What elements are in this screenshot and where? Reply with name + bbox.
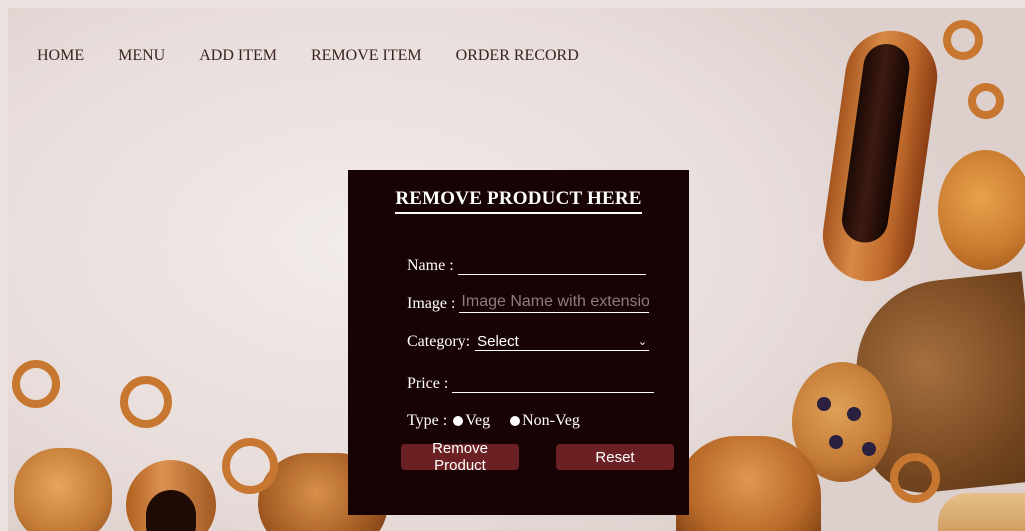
reset-button[interactable]: Reset: [556, 444, 674, 470]
radio-non-veg-label: Non-Veg: [522, 412, 580, 429]
muffin-image: [938, 150, 1025, 270]
pretzel-image: [890, 453, 940, 503]
chevron-down-icon: ⌄: [637, 336, 648, 348]
category-row: Category: Select ⌄: [407, 332, 650, 351]
remove-product-button[interactable]: Remove Product: [401, 440, 519, 474]
type-row: Type : Veg Non-Veg: [407, 412, 580, 430]
type-label: Type :: [407, 412, 448, 429]
name-label: Name :: [407, 257, 454, 274]
radio-dot-icon: [453, 416, 464, 426]
pretzel-image: [968, 83, 1004, 119]
image-input[interactable]: [459, 292, 650, 313]
nav-order-record[interactable]: ORDER RECORD: [456, 47, 579, 69]
bread-slice-image: [938, 493, 1025, 531]
image-row: Image :: [407, 292, 650, 313]
name-row: Name :: [407, 254, 646, 275]
name-input[interactable]: [457, 254, 646, 275]
category-label: Category:: [407, 333, 471, 350]
radio-non-veg[interactable]: Non-Veg: [510, 412, 580, 430]
nav-remove-item[interactable]: REMOVE ITEM: [311, 47, 422, 69]
nav-add-item[interactable]: ADD ITEM: [199, 47, 277, 69]
remove-product-form: REMOVE PRODUCT HERE Name : Image : Categ…: [348, 170, 689, 515]
nav-home[interactable]: HOME: [37, 47, 84, 69]
radio-dot-icon: [510, 416, 521, 426]
radio-veg[interactable]: Veg: [453, 412, 490, 430]
price-row: Price :: [407, 372, 655, 393]
eclair-image: [816, 24, 944, 288]
category-select[interactable]: Select ⌄: [475, 332, 650, 351]
category-selected-value: Select: [477, 333, 519, 350]
bun-image: [14, 448, 112, 531]
pretzel-image: [120, 376, 172, 428]
price-label: Price :: [407, 375, 449, 392]
eclair-image-bottom: [126, 460, 216, 531]
pretzel-image: [222, 438, 278, 494]
pretzel-image: [943, 20, 983, 60]
pretzel-image: [12, 360, 60, 408]
radio-veg-label: Veg: [465, 412, 491, 429]
main-nav: HOME MENU ADD ITEM REMOVE ITEM ORDER REC…: [37, 47, 613, 69]
nav-menu[interactable]: MENU: [118, 47, 165, 69]
image-label: Image :: [407, 295, 456, 312]
price-input[interactable]: [452, 372, 655, 393]
form-title: REMOVE PRODUCT HERE: [348, 188, 689, 214]
croissant-image: [676, 436, 821, 531]
